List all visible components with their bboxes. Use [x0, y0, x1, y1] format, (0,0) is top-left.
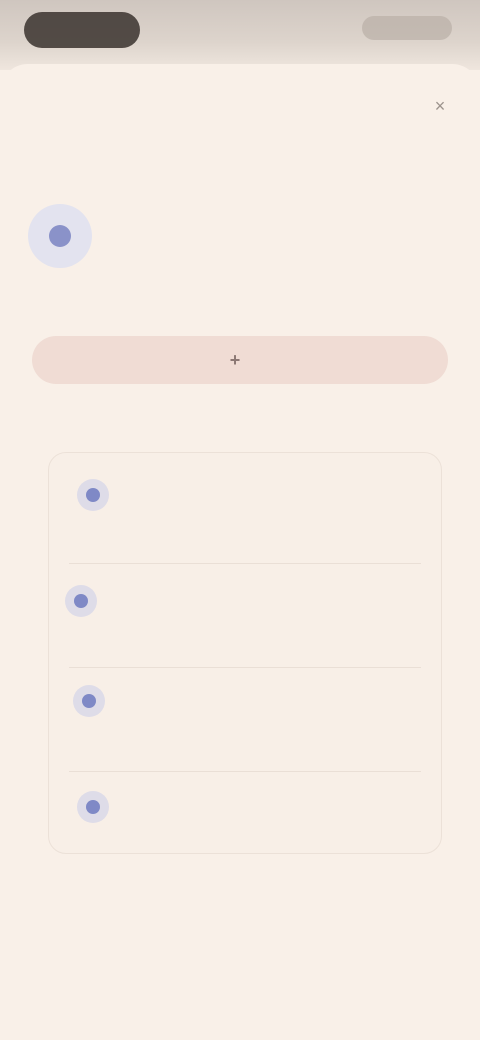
status-bar: [0, 0, 480, 70]
dynamic-island: [24, 12, 140, 48]
close-button[interactable]: ×: [428, 94, 452, 118]
item-icon: [65, 585, 97, 617]
avatar[interactable]: [28, 204, 92, 268]
options-card: [48, 452, 442, 854]
list-item[interactable]: [49, 473, 441, 553]
item-icon: [73, 685, 105, 717]
list-item[interactable]: [49, 579, 441, 659]
close-icon: ×: [434, 96, 446, 116]
item-icon: [77, 791, 109, 823]
divider: [69, 563, 421, 564]
divider: [69, 771, 421, 772]
user-icon: [49, 225, 71, 247]
profile-section: [28, 194, 458, 294]
divider: [69, 667, 421, 668]
plus-icon: +: [229, 349, 241, 370]
sheet-header: ×: [0, 90, 480, 120]
primary-action-button[interactable]: +: [32, 336, 448, 384]
status-icons: [362, 16, 452, 40]
screen: × +: [0, 0, 480, 1040]
item-icon: [77, 479, 109, 511]
list-item[interactable]: [49, 789, 441, 849]
bottom-sheet: × +: [0, 64, 480, 1040]
list-item[interactable]: [49, 679, 441, 759]
